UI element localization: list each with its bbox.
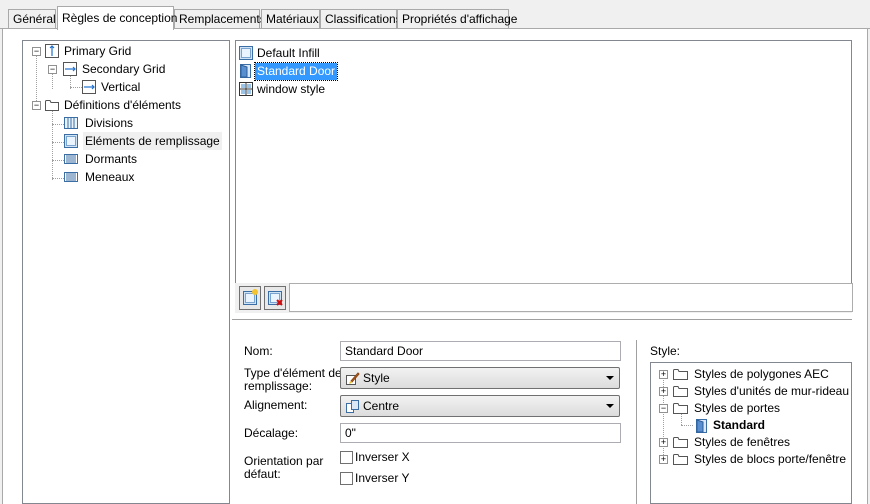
infill-list[interactable]: Default Infill Standard Door window styl… <box>235 40 852 286</box>
mullion-icon <box>64 172 78 182</box>
list-item-label: Standard Door <box>253 62 339 81</box>
tab-general[interactable]: Général <box>8 9 56 28</box>
tab-display-properties[interactable]: Propriétés d'affichage <box>397 9 517 28</box>
chevron-down-icon <box>606 404 614 408</box>
door-icon <box>696 419 707 433</box>
tab-materials[interactable]: Matériaux <box>261 9 320 28</box>
collapse-secondary-grid[interactable]: − <box>48 65 57 74</box>
style-brush-icon <box>346 372 360 385</box>
tree-label: Meneaux <box>85 170 135 184</box>
tree-label: Primary Grid <box>64 44 132 58</box>
tab-classifications[interactable]: Classifications <box>320 9 402 28</box>
new-infill-button[interactable] <box>239 286 261 310</box>
folder-icon <box>673 403 688 414</box>
offset-field[interactable]: 0" <box>340 423 621 443</box>
alignment-label: Alignement: <box>244 398 308 412</box>
collapse-primary-grid[interactable]: − <box>32 47 41 56</box>
division-icon <box>64 117 78 129</box>
folder-icon <box>45 100 59 111</box>
infill-icon <box>239 46 253 60</box>
toolbar-empty-area <box>289 283 853 312</box>
name-label: Nom: <box>244 344 273 358</box>
tree-label: Dormants <box>85 152 138 166</box>
folder-icon <box>673 454 688 465</box>
expand-window-styles[interactable]: + <box>659 438 668 447</box>
grid-icon <box>82 80 96 94</box>
folder-icon <box>673 386 688 397</box>
design-rules-tree[interactable]: − Primary Grid − Secondary Grid Vertical… <box>22 40 230 504</box>
expand-curtain-wall-unit-styles[interactable]: + <box>659 387 668 396</box>
offset-label: Décalage: <box>244 426 299 440</box>
collapse-door-styles[interactable]: − <box>659 404 668 413</box>
collapse-definitions[interactable]: − <box>32 101 41 110</box>
flip-y-checkbox[interactable] <box>340 472 353 485</box>
style-tree-label: Styles de blocs porte/fenêtre <box>694 452 847 466</box>
flip-x-label: Inverser X <box>355 450 410 464</box>
folder-icon <box>673 437 688 448</box>
infill-type-label-line2: remplissage: <box>244 379 313 393</box>
name-field[interactable]: Standard Door <box>340 341 621 361</box>
chevron-down-icon <box>606 376 614 380</box>
infill-type-select[interactable]: Style <box>340 367 620 389</box>
tree-label: Définitions d'éléments <box>64 98 182 112</box>
grid-icon <box>63 62 77 76</box>
alignment-value: Centre <box>363 399 400 413</box>
style-label: Style: <box>650 344 681 358</box>
style-tree-label: Styles d'unités de mur-rideau <box>694 384 850 398</box>
delete-infill-icon <box>268 291 283 306</box>
grid-icon <box>45 44 59 58</box>
list-item-label: Default Infill <box>257 46 320 60</box>
tab-design-rules[interactable]: Règles de conception <box>57 6 177 30</box>
divider <box>232 320 852 321</box>
infill-icon <box>64 134 78 148</box>
orientation-label-line2: défaut: <box>244 467 281 481</box>
list-item-label: window style <box>257 82 326 96</box>
style-tree-label: Standard <box>713 418 766 432</box>
list-toolbar <box>235 283 853 313</box>
window-icon <box>239 82 253 96</box>
tree-label: Vertical <box>101 80 141 94</box>
alignment-select[interactable]: Centre <box>340 395 620 417</box>
flip-x-checkbox[interactable] <box>340 451 353 464</box>
style-tree-label: Styles de polygones AEC <box>694 367 829 381</box>
new-infill-icon <box>243 289 258 305</box>
expand-door-window-assembly-styles[interactable]: + <box>659 455 668 464</box>
tab-overrides[interactable]: Remplacements <box>174 9 266 28</box>
door-icon <box>240 64 251 78</box>
tree-label: Divisions <box>85 116 134 130</box>
tree-label: Eléments de remplissage <box>83 132 222 150</box>
style-tree[interactable]: + Styles de polygones AEC + Styles d'uni… <box>650 362 852 504</box>
infill-type-value: Style <box>363 371 390 385</box>
frame-icon <box>64 154 78 164</box>
folder-icon <box>673 369 688 380</box>
tab-bar: Général Règles de conception Remplacemen… <box>0 0 870 30</box>
flip-y-label: Inverser Y <box>355 471 410 485</box>
alignment-icon <box>346 400 359 413</box>
style-tree-label: Styles de fenêtres <box>694 435 791 449</box>
delete-infill-button[interactable] <box>264 286 286 310</box>
expand-aec-polygon-styles[interactable]: + <box>659 370 668 379</box>
vertical-divider <box>636 340 637 504</box>
tree-label: Secondary Grid <box>82 62 166 76</box>
style-tree-label: Styles de portes <box>694 401 781 415</box>
